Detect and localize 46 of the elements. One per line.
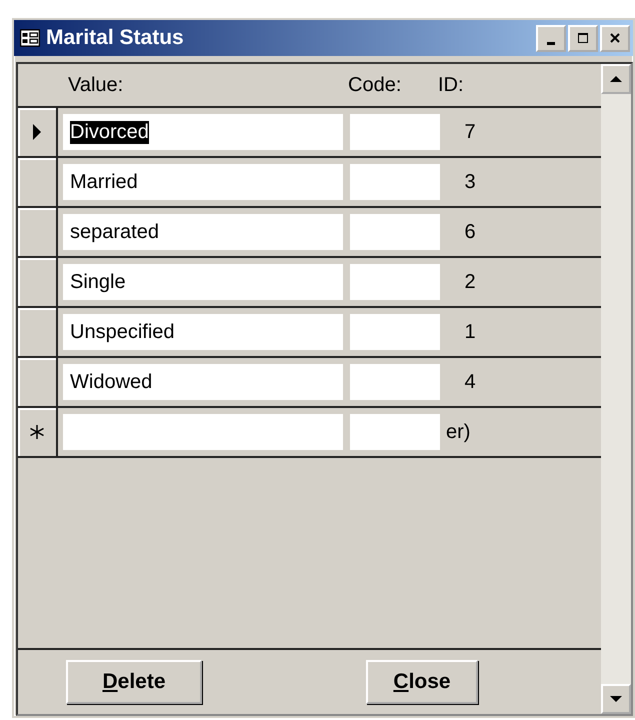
- record-selector[interactable]: [18, 108, 58, 156]
- minimize-icon: [547, 42, 555, 44]
- id-value: 7: [463, 120, 477, 144]
- id-value: er): [446, 420, 472, 444]
- code-field[interactable]: [350, 364, 440, 400]
- id-value: 3: [463, 170, 477, 194]
- close-icon: [609, 32, 621, 44]
- column-header: ID:: [438, 74, 464, 96]
- value-field[interactable]: Married: [63, 164, 343, 200]
- down-arrow-icon: [610, 695, 622, 703]
- value-field[interactable]: Unspecified: [63, 314, 343, 350]
- form-button[interactable]: Delete: [66, 660, 202, 704]
- code-field[interactable]: [350, 164, 440, 200]
- maximize-icon: [577, 32, 589, 44]
- record-selector[interactable]: [18, 408, 58, 456]
- value-field[interactable]: [63, 414, 343, 450]
- scrollbar[interactable]: [601, 64, 631, 714]
- code-field[interactable]: [350, 114, 440, 150]
- form-icon: [20, 29, 40, 47]
- scroll-down-button[interactable]: [601, 684, 631, 714]
- id-value: 4: [463, 370, 477, 394]
- close-button[interactable]: [600, 24, 630, 52]
- record-selector[interactable]: [18, 258, 58, 306]
- code-field[interactable]: [350, 264, 440, 300]
- id-value: 6: [463, 220, 477, 244]
- value-field[interactable]: separated: [63, 214, 343, 250]
- maximize-button[interactable]: [568, 24, 598, 52]
- scroll-up-button[interactable]: [601, 64, 631, 94]
- record-selector[interactable]: [18, 308, 58, 356]
- column-header: Value:: [67, 74, 124, 96]
- window-title: Marital Status: [46, 26, 185, 50]
- form-button[interactable]: Close: [366, 660, 478, 704]
- code-field[interactable]: [350, 314, 440, 350]
- record-selector[interactable]: [18, 158, 58, 206]
- value-field[interactable]: Widowed: [63, 364, 343, 400]
- value-field[interactable]: Single: [63, 264, 343, 300]
- value-field[interactable]: Divorced: [63, 114, 343, 150]
- id-value: 2: [463, 270, 477, 294]
- column-header: Code:: [348, 74, 402, 96]
- code-field[interactable]: [350, 214, 440, 250]
- minimize-button[interactable]: [536, 24, 566, 52]
- up-arrow-icon: [610, 75, 622, 83]
- code-field[interactable]: [350, 414, 440, 450]
- record-selector[interactable]: [18, 208, 58, 256]
- id-value: 1: [463, 320, 477, 344]
- record-selector[interactable]: [18, 358, 58, 406]
